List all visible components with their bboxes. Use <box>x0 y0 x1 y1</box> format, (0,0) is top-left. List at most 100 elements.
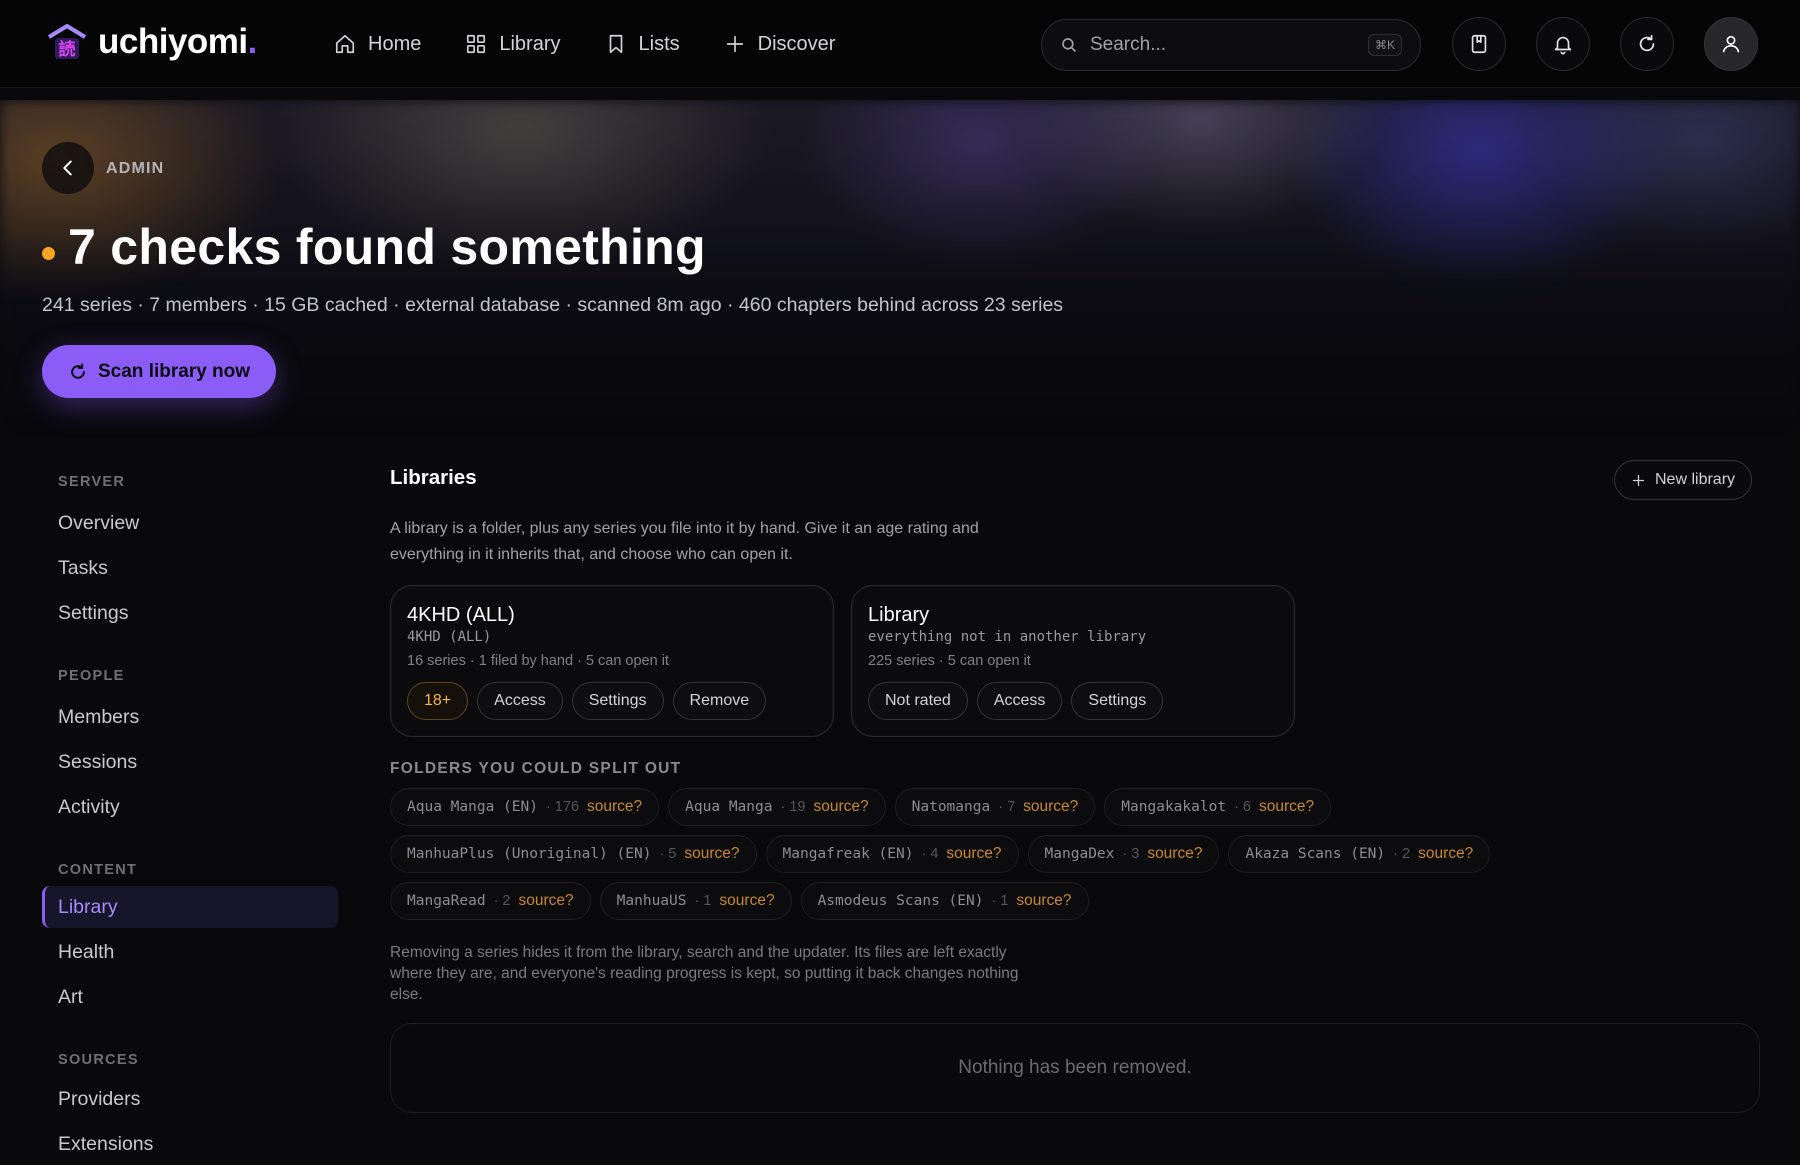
sidebar-item-settings[interactable]: Settings <box>42 592 338 634</box>
library-summary: 241 series · 7 members · 15 GB cached · … <box>42 294 1064 316</box>
top-navbar: 読 uchiyomi. Home Library Lists Discover … <box>0 0 1800 88</box>
book-bookmark-icon <box>1471 34 1487 54</box>
sidebar-section-title: SERVER <box>58 474 126 490</box>
section-title: Libraries <box>390 466 477 489</box>
refresh-icon <box>1639 34 1655 52</box>
reading-button[interactable] <box>1452 17 1506 71</box>
settings-button[interactable]: Settings <box>1071 682 1164 720</box>
sidebar-item-tasks[interactable]: Tasks <box>42 547 338 589</box>
plus-icon <box>726 35 743 53</box>
folder-chip[interactable]: MangaDex · 3 source? <box>1027 835 1220 873</box>
folder-chip[interactable]: Mangakakalot · 6 source? <box>1104 788 1332 826</box>
access-button[interactable]: Access <box>976 682 1063 720</box>
access-button[interactable]: Access <box>477 682 563 720</box>
sidebar-section-title: PEOPLE <box>58 668 125 684</box>
library-card[interactable]: 4KHD (ALL) 4KHD (ALL) 16 series · 1 file… <box>390 585 834 737</box>
nav-library[interactable]: Library <box>465 33 561 56</box>
admin-sidebar: SERVER Overview Tasks Settings PEOPLE Me… <box>42 460 338 1165</box>
user-menu-button[interactable] <box>1704 17 1758 71</box>
refresh-button[interactable] <box>1620 17 1674 71</box>
nav-label: Lists <box>638 32 680 55</box>
sidebar-item-overview[interactable]: Overview <box>42 502 338 544</box>
back-button[interactable] <box>42 142 94 194</box>
chevron-left-icon <box>63 160 72 176</box>
refresh-icon <box>71 363 85 379</box>
notifications-button[interactable] <box>1536 17 1590 71</box>
new-library-button[interactable]: New library <box>1614 460 1753 500</box>
source-link[interactable]: source? <box>719 892 774 910</box>
folder-chip[interactable]: Aqua Manga (EN) · 176 source? <box>390 788 660 826</box>
folder-chip[interactable]: Akaza Scans (EN) · 2 source? <box>1228 835 1491 873</box>
source-link[interactable]: source? <box>813 798 868 816</box>
library-path: everything not in another library <box>868 629 1147 645</box>
folder-chip[interactable]: Aqua Manga · 19 source? <box>668 788 886 826</box>
sidebar-item-sessions[interactable]: Sessions <box>42 741 338 783</box>
page-title: 7 checks found something <box>68 219 706 275</box>
status-indicator <box>42 247 55 260</box>
library-stats: 225 series · 5 can open it <box>868 653 1031 669</box>
nav-home[interactable]: Home <box>334 33 421 56</box>
sidebar-item-health[interactable]: Health <box>42 931 338 973</box>
source-link[interactable]: source? <box>946 845 1001 863</box>
age-rating-button[interactable]: Not rated <box>868 682 968 720</box>
scan-button-label: Scan library now <box>98 360 251 382</box>
sidebar-item-members[interactable]: Members <box>42 696 338 738</box>
removed-series-list: Nothing has been removed. <box>390 1023 1760 1113</box>
folder-chip[interactable]: Natomanga · 7 source? <box>894 788 1096 826</box>
scan-library-button[interactable]: Scan library now <box>42 345 277 398</box>
source-link[interactable]: source? <box>519 892 574 910</box>
settings-button[interactable]: Settings <box>571 682 664 720</box>
sidebar-item-providers[interactable]: Providers <box>42 1078 338 1120</box>
search-input[interactable] <box>1090 34 1368 56</box>
source-link[interactable]: source? <box>1023 798 1078 816</box>
library-card[interactable]: Library everything not in another librar… <box>851 585 1295 737</box>
folder-chip[interactable]: Asmodeus Scans (EN) · 1 source? <box>800 882 1089 920</box>
user-icon <box>1722 35 1740 53</box>
bell-icon <box>1554 36 1572 55</box>
search-bar[interactable]: ⌘K <box>1041 19 1421 71</box>
folder-chip[interactable]: ManhuaUS · 1 source? <box>599 882 792 920</box>
source-link[interactable]: source? <box>587 798 642 816</box>
nav-lists[interactable]: Lists <box>605 33 680 56</box>
nav-label: Discover <box>757 32 836 55</box>
plus-icon <box>1632 474 1645 486</box>
sidebar-item-extensions[interactable]: Extensions <box>42 1123 338 1165</box>
folder-chip[interactable]: Mangafreak (EN) · 4 source? <box>765 835 1019 873</box>
brand-dot: . <box>247 22 258 61</box>
folder-chip[interactable]: MangaRead · 2 source? <box>390 882 591 920</box>
source-link[interactable]: source? <box>1147 845 1202 863</box>
bookmark-icon <box>609 34 622 54</box>
nav-label: Home <box>368 32 422 55</box>
new-library-label: New library <box>1655 471 1736 488</box>
sidebar-section-title: SOURCES <box>58 1052 139 1068</box>
remove-button[interactable]: Remove <box>672 682 767 720</box>
library-name: 4KHD (ALL) <box>407 604 515 626</box>
empty-state: Nothing has been removed. <box>958 1057 1192 1078</box>
folder-suggestions: Aqua Manga (EN) · 176 source? Aqua Manga · … <box>390 788 1640 929</box>
hero-banner: ADMIN 7 checks found something 241 serie… <box>0 100 1800 438</box>
main-nav: Home Library Lists Discover <box>334 0 835 88</box>
library-name: Library <box>868 604 930 626</box>
sidebar-item-activity[interactable]: Activity <box>42 786 338 828</box>
folders-section-title: FOLDERS YOU COULD SPLIT OUT <box>390 760 682 777</box>
brand-name: uchiyomi <box>98 22 248 61</box>
sidebar-item-library[interactable]: Library <box>42 886 338 928</box>
source-link[interactable]: source? <box>684 845 739 863</box>
section-description: A library is a folder, plus any series y… <box>390 520 979 563</box>
nav-discover[interactable]: Discover <box>724 32 836 56</box>
folder-chip[interactable]: ManhuaPlus (Unoriginal) (EN) · 5 source? <box>390 835 757 873</box>
removed-explanation: Removing a series hides it from the libr… <box>390 944 1019 1003</box>
source-link[interactable]: source? <box>1016 892 1071 910</box>
age-rating-button[interactable]: 18+ <box>407 682 469 720</box>
sidebar-item-art[interactable]: Art <box>42 976 338 1018</box>
library-path: 4KHD (ALL) <box>407 629 492 645</box>
brand[interactable]: 読 uchiyomi. <box>46 22 257 62</box>
shortcut-hint: ⌘K <box>1367 34 1402 56</box>
svg-text:読: 読 <box>59 39 76 60</box>
source-link[interactable]: source? <box>1259 798 1314 816</box>
home-icon <box>335 34 355 54</box>
source-link[interactable]: source? <box>1418 845 1473 863</box>
sidebar-section-title: CONTENT <box>58 862 138 878</box>
logo-icon: 読 <box>46 23 88 61</box>
breadcrumb[interactable]: ADMIN <box>106 160 164 178</box>
